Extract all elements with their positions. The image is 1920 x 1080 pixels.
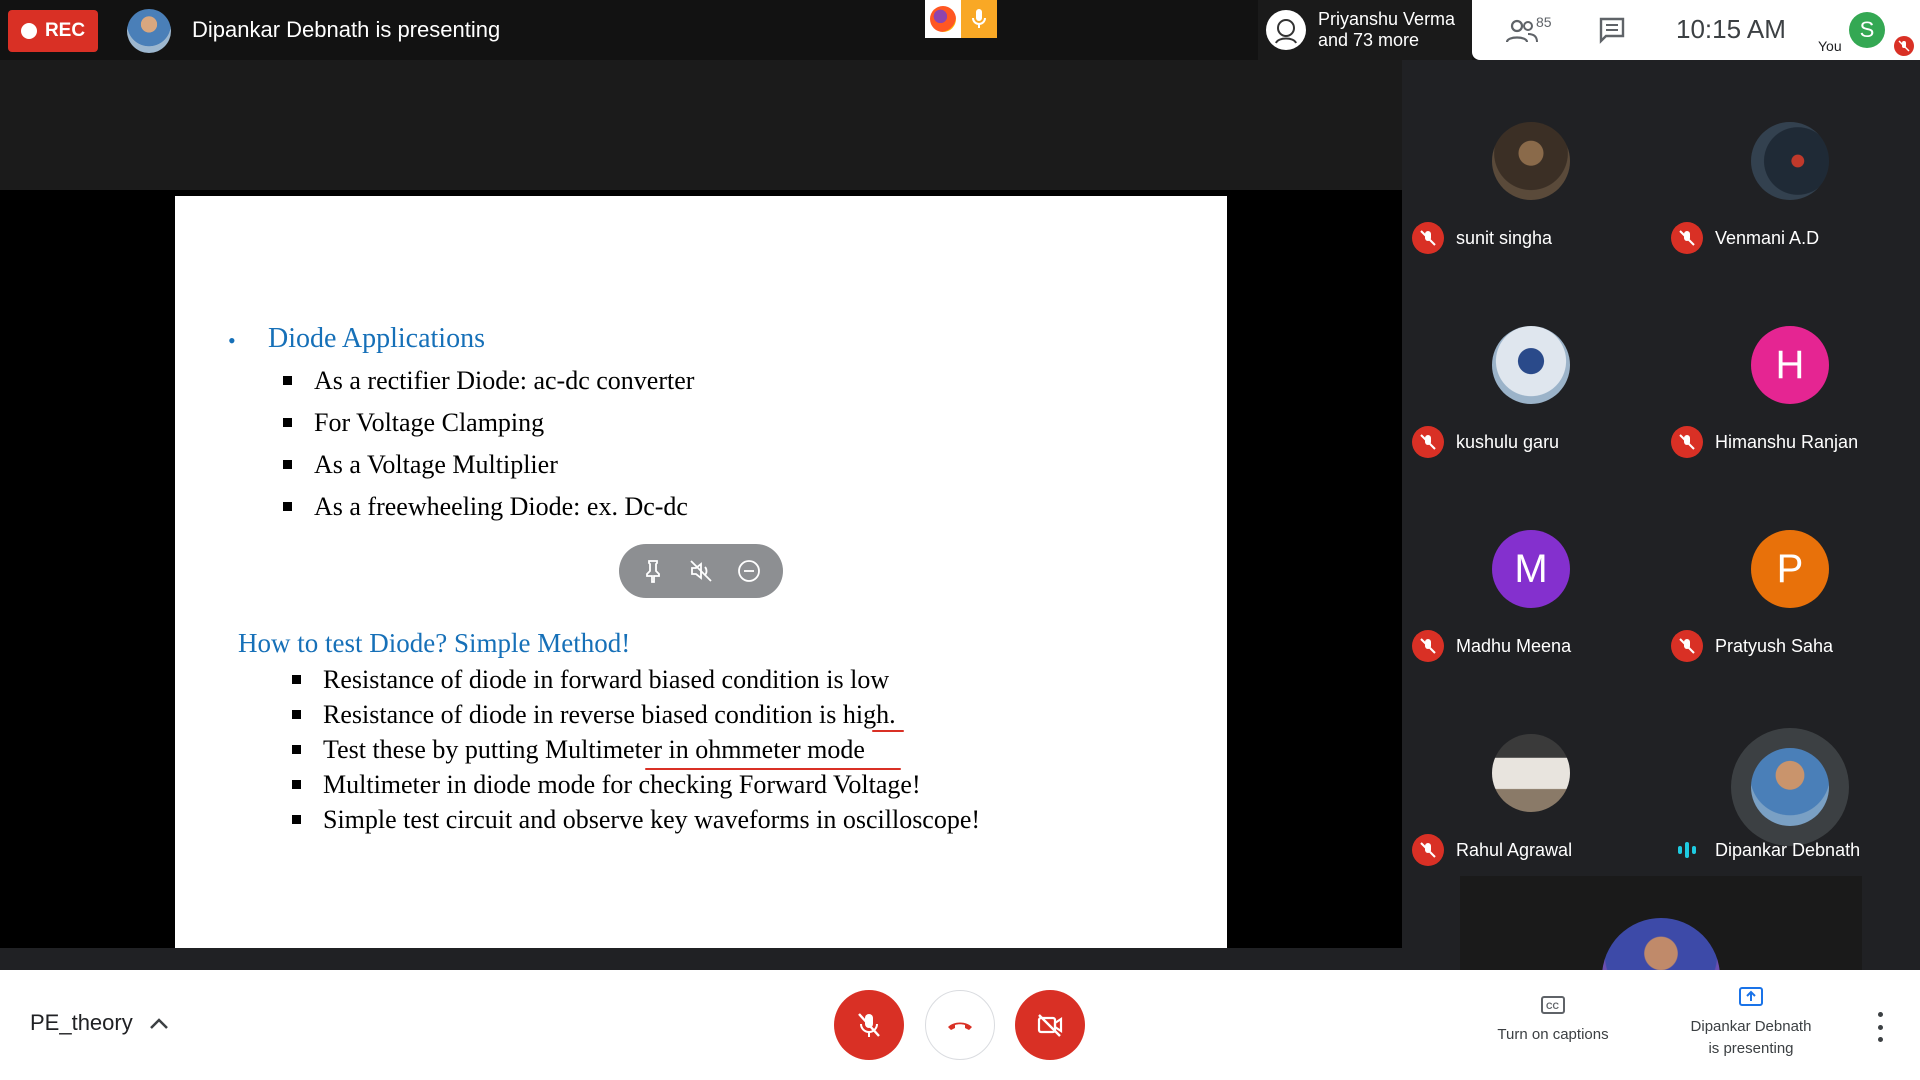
microphone-toggle-button[interactable] — [834, 990, 904, 1060]
muted-mic-icon — [1671, 426, 1703, 458]
participant-tile[interactable]: Rahul Agrawal — [1402, 672, 1661, 876]
you-label: You — [1818, 38, 1842, 54]
pin-icon[interactable] — [640, 558, 666, 584]
people-icon — [1506, 19, 1538, 43]
application-item: As a Voltage Multiplier — [283, 450, 558, 480]
mute-tile-icon[interactable] — [688, 558, 714, 584]
recording-badge: REC — [8, 10, 98, 52]
chat-icon — [1599, 17, 1625, 44]
muted-mic-icon — [1412, 426, 1444, 458]
presenter-avatar — [127, 9, 171, 53]
test-item: Resistance of diode in forward biased co… — [292, 665, 889, 695]
participants-chip[interactable]: Priyanshu Verma and 73 more — [1258, 0, 1472, 60]
muted-mic-icon — [1671, 222, 1703, 254]
muted-mic-icon — [1412, 834, 1444, 866]
hang-up-icon — [948, 1022, 972, 1030]
record-dot-icon — [20, 23, 37, 39]
participant-name: kushulu garu — [1456, 431, 1560, 452]
participant-avatar — [1751, 748, 1829, 826]
presenting-line2: is presenting — [1708, 1040, 1794, 1057]
muted-mic-icon — [1412, 630, 1444, 662]
test-item: Multimeter in diode mode for checking Fo… — [292, 770, 921, 800]
mic-active-icon — [961, 0, 997, 38]
speaking-indicator-icon — [1671, 834, 1703, 866]
leave-call-button[interactable] — [925, 990, 995, 1060]
presenting-title: Dipankar Debnath is presenting — [192, 17, 501, 42]
slide-heading-test: How to test Diode? Simple Method! — [238, 628, 631, 658]
meeting-info-bar: 85 10:15 AM You S — [1472, 0, 1920, 60]
presentation-backdrop — [0, 60, 1402, 190]
slide-bullet: • — [228, 328, 236, 353]
present-now-button[interactable]: Dipankar Debnath is presenting — [1676, 984, 1826, 1060]
participant-avatar — [1266, 10, 1306, 50]
participant-tile[interactable]: P Pratyush Saha — [1661, 468, 1920, 672]
presenting-line1: Dipankar Debnath — [1690, 1018, 1812, 1035]
meeting-details-button[interactable]: PE_theory — [30, 1010, 169, 1036]
remove-tile-icon[interactable] — [736, 558, 762, 584]
muted-mic-icon — [1671, 630, 1703, 662]
tile-controls — [619, 544, 783, 598]
participant-name: Venmani A.D — [1715, 227, 1820, 248]
participant-name: Dipankar Debnath — [1715, 839, 1861, 860]
chevron-up-icon — [149, 1018, 168, 1029]
self-avatar[interactable]: S — [1849, 12, 1885, 48]
muted-mic-icon — [1412, 222, 1444, 254]
participant-avatar: H — [1751, 326, 1829, 404]
application-item: As a freewheeling Diode: ex. Dc-dc — [283, 492, 688, 522]
participant-name: sunit singha — [1456, 227, 1553, 248]
participant-avatar: M — [1492, 530, 1570, 608]
participant-tile[interactable]: H Himanshu Ranjan — [1661, 264, 1920, 468]
participant-tile-speaking[interactable]: Dipankar Debnath — [1661, 672, 1920, 876]
sharing-indicator[interactable] — [925, 0, 997, 38]
annotation-underline — [872, 730, 904, 732]
chip-name: Priyanshu Verma — [1318, 9, 1456, 29]
meeting-name: PE_theory — [30, 1010, 133, 1035]
chip-more: and 73 more — [1318, 30, 1420, 50]
participant-avatar — [1492, 122, 1570, 200]
people-button[interactable]: 85 — [1506, 12, 1566, 48]
participant-tile[interactable]: sunit singha — [1402, 60, 1661, 264]
participant-avatar — [1492, 326, 1570, 404]
camera-toggle-button[interactable] — [1015, 990, 1085, 1060]
captions-button[interactable]: CC Turn on captions — [1488, 992, 1618, 1046]
mic-off-icon — [858, 1013, 880, 1037]
chat-button[interactable] — [1596, 14, 1628, 46]
test-item: Test these by putting Multimeter in ohmm… — [292, 735, 865, 765]
slide-heading-applications: Diode Applications — [268, 323, 485, 354]
svg-text:CC: CC — [1546, 1001, 1559, 1011]
self-view-preview[interactable] — [1460, 876, 1862, 970]
application-item: For Voltage Clamping — [283, 408, 544, 438]
annotation-underline — [645, 768, 901, 770]
participant-name: Pratyush Saha — [1715, 635, 1834, 656]
participant-avatar — [1751, 122, 1829, 200]
rec-label: REC — [44, 20, 86, 41]
bottom-bar: PE_theory CC Turn on captions Dipankar D… — [0, 970, 1920, 1080]
captions-label: Turn on captions — [1497, 1026, 1609, 1043]
self-muted-icon — [1894, 36, 1914, 56]
participant-avatar — [1492, 734, 1570, 812]
participant-name: Madhu Meena — [1456, 635, 1572, 656]
participant-count: 85 — [1536, 14, 1552, 30]
participant-name: Rahul Agrawal — [1456, 839, 1573, 860]
clock: 10:15 AM — [1676, 14, 1786, 44]
test-item: Resistance of diode in reverse biased co… — [292, 700, 896, 730]
participant-avatar: P — [1751, 530, 1829, 608]
more-options-icon[interactable] — [1868, 1012, 1892, 1042]
browser-icon — [925, 0, 961, 38]
application-item: As a rectifier Diode: ac-dc converter — [283, 366, 694, 396]
participant-tile[interactable]: kushulu garu — [1402, 264, 1661, 468]
test-item: Simple test circuit and observe key wave… — [292, 805, 980, 835]
participant-tile[interactable]: M Madhu Meena — [1402, 468, 1661, 672]
participant-name: Himanshu Ranjan — [1715, 431, 1859, 452]
present-screen-icon — [1739, 987, 1763, 1006]
camera-off-icon — [1037, 1014, 1063, 1037]
top-bar: REC Dipankar Debnath is presenting Priya… — [0, 0, 1920, 60]
participant-grid: sunit singha Venmani A.D kushulu garu H … — [1402, 60, 1920, 970]
self-view-avatar — [1602, 918, 1720, 970]
participant-tile[interactable]: Venmani A.D — [1661, 60, 1920, 264]
closed-captions-icon: CC — [1541, 996, 1565, 1014]
